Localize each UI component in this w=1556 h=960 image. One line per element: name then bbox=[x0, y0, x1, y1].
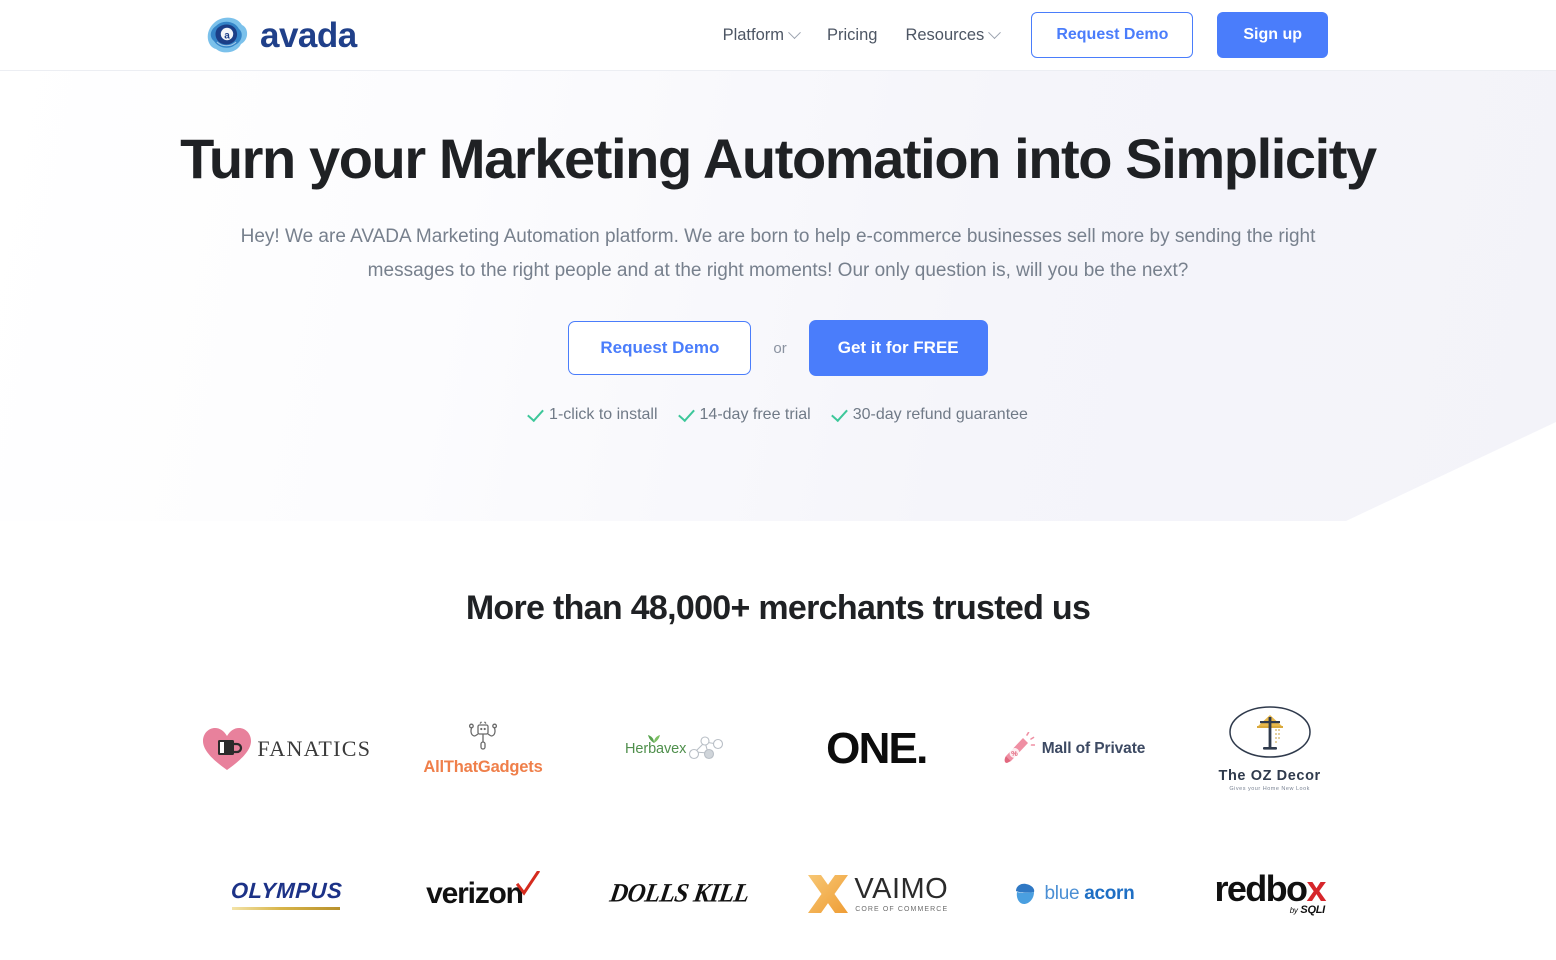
feature-label: 1-click to install bbox=[549, 406, 658, 424]
nav-item-resources[interactable]: Resources bbox=[891, 26, 1013, 45]
check-icon bbox=[677, 404, 695, 422]
feature-item: 1-click to install bbox=[527, 404, 658, 424]
hero-section: Turn your Marketing Automation into Simp… bbox=[0, 71, 1556, 521]
heart-mug-icon bbox=[203, 727, 252, 770]
merchant-tagline: Gives your Home New Look bbox=[1229, 786, 1310, 792]
avada-cloud-logo-icon: a bbox=[207, 17, 248, 53]
merchant-logo-fanatics: FANATICS bbox=[188, 676, 385, 821]
merchant-name: ONE. bbox=[826, 723, 928, 773]
merchant-logo-the-oz-decor: The OZ Decor Gives your Home New Look bbox=[1171, 676, 1368, 821]
merchant-logo-herbavex: Herbavex bbox=[581, 676, 778, 821]
merchant-name: The OZ Decor bbox=[1218, 768, 1321, 784]
merchants-section: More than 48,000+ merchants trusted us F… bbox=[0, 589, 1556, 960]
red-check-icon bbox=[515, 870, 540, 896]
merchant-logo-verizon: verizon bbox=[385, 821, 582, 960]
merchant-logo-dolls-kill: DOLLS KILL bbox=[581, 821, 778, 960]
avada-logo-text: avada bbox=[260, 15, 357, 55]
nav-item-platform[interactable]: Platform bbox=[723, 26, 813, 45]
hero-get-free-button[interactable]: Get it for FREE bbox=[808, 320, 988, 377]
molecule-icon bbox=[689, 735, 724, 759]
check-icon bbox=[527, 404, 544, 422]
merchant-name: DOLLS KILL bbox=[608, 878, 752, 908]
merchant-name: redbox bbox=[1214, 868, 1326, 909]
feature-item: 14-day free trial bbox=[677, 404, 811, 424]
chevron-down-icon bbox=[988, 25, 1002, 39]
megaphone-percent-icon: % bbox=[1004, 731, 1035, 763]
merchant-logo-mall-of-private: % Mall of Private bbox=[975, 676, 1172, 821]
olympus-underline bbox=[232, 906, 341, 910]
merchant-logo-vaimo: VAIMO CORE OF COMMERCE bbox=[778, 821, 975, 960]
merchant-name: Herbavex bbox=[625, 740, 687, 757]
nav-item-platform-label: Platform bbox=[722, 25, 784, 44]
svg-text:%: % bbox=[1011, 749, 1018, 758]
nav-item-pricing[interactable]: Pricing bbox=[813, 26, 891, 45]
hero-subtitle: Hey! We are AVADA Marketing Automation p… bbox=[240, 225, 1316, 281]
hero-request-demo-button[interactable]: Request Demo bbox=[568, 321, 752, 376]
hero-cta-row: Request Demo or Get it for FREE bbox=[0, 320, 1556, 377]
merchant-name: OLYMPUS bbox=[230, 877, 343, 903]
acorn-icon bbox=[1015, 883, 1034, 904]
feature-label: 30-day refund guarantee bbox=[852, 406, 1028, 424]
site-header: a avada Platform Pricing Resources Reque… bbox=[0, 0, 1556, 71]
merchant-logo-olympus: OLYMPUS bbox=[188, 821, 385, 960]
merchant-name: AllThatGadgets bbox=[423, 757, 543, 776]
merchant-logo-grid: FANATICS AllThatGadgets Herbavex ONE. % … bbox=[188, 676, 1368, 960]
check-icon bbox=[830, 404, 848, 422]
merchant-name: FANATICS bbox=[257, 735, 372, 761]
merchants-title: More than 48,000+ merchants trusted us bbox=[465, 589, 1091, 627]
feature-item: 30-day refund guarantee bbox=[830, 404, 1028, 424]
nav-item-resources-label: Resources bbox=[905, 25, 985, 44]
main-nav: Platform Pricing Resources Request Demo … bbox=[723, 12, 1328, 58]
lamp-oval-icon bbox=[1228, 706, 1311, 758]
nav-item-pricing-label: Pricing bbox=[827, 25, 878, 44]
merchant-logo-one: ONE. bbox=[778, 676, 975, 821]
svg-text:a: a bbox=[224, 31, 230, 42]
cta-or-label: or bbox=[773, 339, 787, 357]
merchant-name: blue acorn bbox=[1044, 882, 1135, 904]
merchant-name: Mall of Private bbox=[1041, 739, 1146, 757]
merchant-logo-blue-acorn: blue acorn bbox=[975, 821, 1172, 960]
merchant-logo-redbox: redbox by SQLI bbox=[1171, 821, 1368, 960]
header-request-demo-button[interactable]: Request Demo bbox=[1031, 12, 1194, 58]
merchant-logo-allthatgadgets: AllThatGadgets bbox=[385, 676, 582, 821]
orange-x-icon bbox=[808, 874, 849, 913]
header-signup-button[interactable]: Sign up bbox=[1217, 12, 1328, 58]
robot-icon bbox=[468, 720, 498, 750]
chevron-down-icon bbox=[788, 25, 801, 39]
avada-logo[interactable]: a avada bbox=[204, 14, 357, 56]
page-title: Turn your Marketing Automation into Simp… bbox=[180, 127, 1377, 190]
merchant-name: VAIMO bbox=[854, 872, 949, 905]
merchant-name: verizon bbox=[426, 876, 524, 910]
hero-feature-list: 1-click to install 14-day free trial 30-… bbox=[0, 404, 1556, 424]
feature-label: 14-day free trial bbox=[699, 406, 811, 424]
merchant-tagline: CORE OF COMMERCE bbox=[855, 905, 949, 913]
